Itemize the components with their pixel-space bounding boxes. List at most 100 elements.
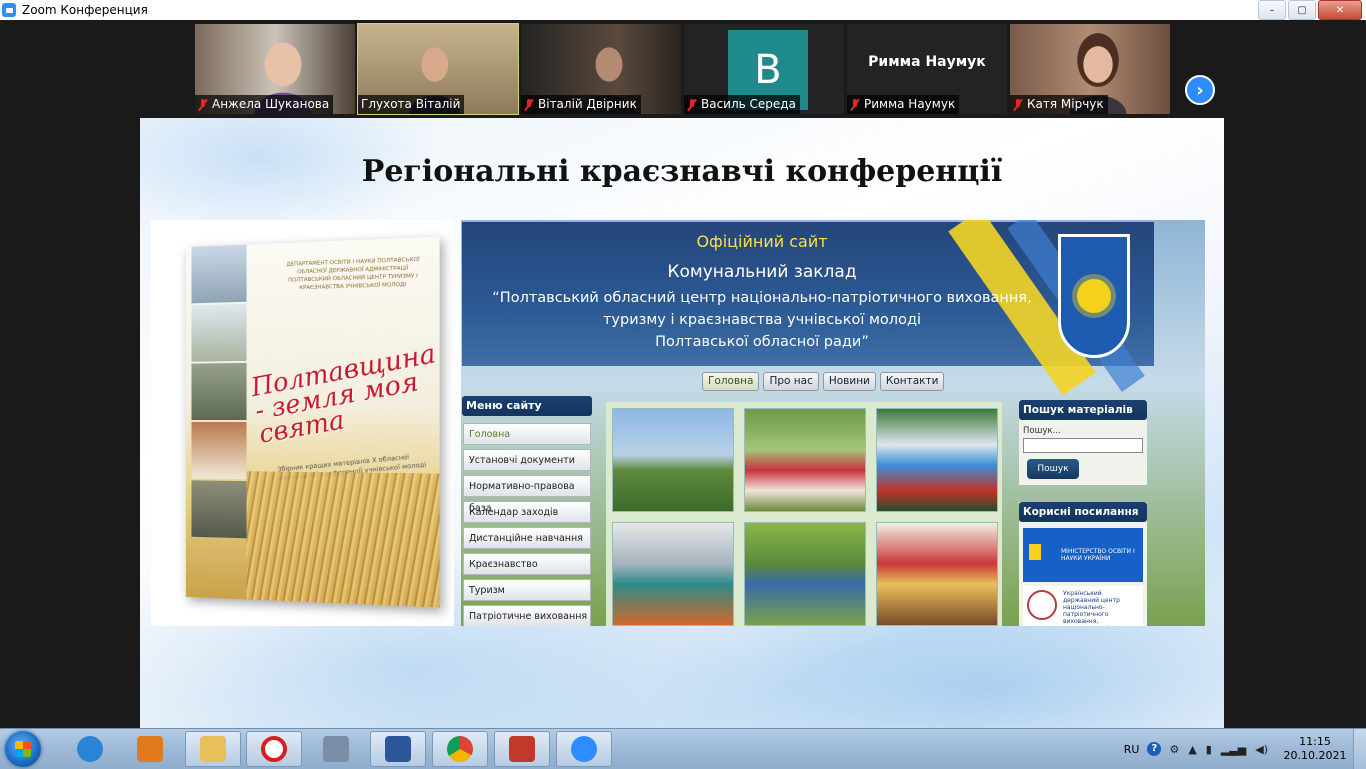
zoom-icon[interactable] [556,731,612,767]
participant-tile[interactable]: Анжела Шуканова [195,24,355,114]
show-hidden-icons[interactable]: ▲ [1188,743,1196,756]
site-menu-title: Меню сайту [462,396,592,416]
slide-title: Регіональні краєзнавчі конференції [361,154,1003,189]
muted-mic-icon [198,98,208,111]
site-menu-item: Краєзнавство [463,553,591,575]
language-indicator[interactable]: RU [1124,743,1140,756]
internet-explorer-icon[interactable] [62,731,118,767]
minimize-button[interactable]: – [1258,0,1286,20]
zoom-app-icon [2,3,16,17]
site-org-line: туризму і краєзнавства учнівської молоді [602,312,921,328]
book-cover: ДЕПАРТАМЕНТ ОСВІТИ І НАУКИ ПОЛТАВСЬКОЇ О… [185,236,440,608]
search-panel-title: Пошук матеріалів [1019,400,1147,420]
opera-icon[interactable] [246,731,302,767]
muted-mic-icon [524,98,534,111]
show-desktop-button[interactable] [1353,729,1366,769]
site-header: Офіційний сайт Комунальний заклад “Полта… [462,220,1154,396]
participant-name: Анжела Шуканова [212,97,330,111]
shared-screen-slide: Регіональні краєзнавчі конференції ДЕПАР… [140,118,1224,728]
site-nav: Головна Про нас Новини Контакти [702,372,945,391]
useful-links-title: Корисні посилання [1019,502,1147,522]
site-official-label: Офіційний сайт [696,232,828,251]
presentation-icon[interactable] [494,731,550,767]
clock-time: 11:15 [1299,735,1331,748]
book-photo-strip [191,244,247,600]
battery-icon[interactable]: ▮ [1206,743,1212,756]
useful-links-panel: Корисні посилання МІНІСТЕРСТВО ОСВІТИ І … [1019,502,1147,626]
participant-tile[interactable]: B Василь Середа [684,24,844,114]
calculator-icon[interactable] [308,731,364,767]
start-button[interactable] [5,731,41,767]
site-nav-tab: Головна [702,372,760,391]
gallery-photo [744,522,866,626]
participant-name-bar: Глухота Віталій [358,95,465,114]
participant-name: Глухота Віталій [361,97,461,111]
volume-icon[interactable]: ◀) [1255,743,1268,756]
help-icon[interactable]: ? [1147,742,1162,756]
site-nav-tab: Про нас [763,372,819,391]
coat-of-arms-icon [1058,234,1130,358]
site-org-line: “Полтавський обласний центр національно-… [492,290,1032,306]
site-menu-item: Головна [463,423,591,445]
site-photo-gallery [606,402,1002,626]
site-menu-item: Календар заходів [463,501,591,523]
book-image: ДЕПАРТАМЕНТ ОСВІТИ І НАУКИ ПОЛТАВСЬКОЇ О… [151,220,454,626]
gallery-photo [612,408,734,512]
tray-settings-icon[interactable]: ⚙ [1169,743,1179,756]
wheat-image [246,471,440,608]
participant-name-bar: Віталій Двірник [521,95,641,114]
search-label: Пошук... [1023,426,1061,436]
participant-name: Римма Наумук [864,97,956,111]
participant-tile-active[interactable]: Глухота Віталій [357,23,519,115]
clock-date: 20.10.2021 [1283,749,1347,762]
site-org-label: Комунальний заклад [667,262,857,282]
book-title: Полтавщина - земля моя свята [249,338,439,450]
search-button: Пошук [1027,459,1079,479]
site-org-line: Полтавської обласної ради” [655,334,869,350]
participant-name-bar: Римма Наумук [847,95,960,114]
muted-mic-icon [1013,98,1023,111]
site-nav-tab: Контакти [879,372,945,391]
search-input [1023,438,1143,453]
site-menu-item: Туризм [463,579,591,601]
participant-tile[interactable]: Римма Наумук Римма Наумук [847,24,1007,114]
window-controls: – ▢ ✕ [1258,0,1362,20]
file-explorer-icon[interactable] [185,731,241,767]
muted-mic-icon [850,98,860,111]
network-icon[interactable]: ▂▃▅ [1221,743,1246,756]
ministry-link-banner: МІНІСТЕРСТВО ОСВІТИ І НАУКИ УКРАЇНИ [1023,528,1143,582]
participant-strip: Анжела Шуканова Глухота Віталій Віталій … [0,20,1366,118]
gallery-photo [612,522,734,626]
participant-name: Віталій Двірник [538,97,637,111]
participant-name-bar: Катя Мірчук [1010,95,1108,114]
maximize-button[interactable]: ▢ [1288,0,1316,20]
media-player-icon[interactable] [122,731,178,767]
participant-name-bar: Анжела Шуканова [195,95,334,114]
muted-mic-icon [687,98,697,111]
window-title-bar: Zoom Конференция – ▢ ✕ [0,0,1366,21]
system-tray: RU ? ⚙ ▲ ▮ ▂▃▅ ◀) 11:15 20.10.2021 [1124,729,1366,769]
participant-tile[interactable]: Віталій Двірник [521,24,681,114]
gallery-photo [876,408,998,512]
chevron-right-icon[interactable]: › [1185,75,1215,105]
close-button[interactable]: ✕ [1318,0,1362,20]
participant-tile[interactable]: Катя Мірчук [1010,24,1170,114]
word-icon[interactable] [370,731,426,767]
center-link-banner: Український державний центр національно-… [1023,586,1143,626]
gallery-photo [744,408,866,512]
participant-name: Катя Мірчук [1027,97,1104,111]
site-menu-item: Нормативно-правова база [463,475,591,514]
book-publisher: ДЕПАРТАМЕНТ ОСВІТИ І НАУКИ ПОЛТАВСЬКОЇ О… [286,256,420,292]
window-title: Zoom Конференция [22,3,148,17]
site-menu-item: Патріотичне виховання [463,605,591,626]
site-nav-tab: Новини [822,372,876,391]
gallery-photo [876,522,998,626]
participant-center-name: Римма Наумук [868,54,986,70]
site-menu: Головна Установчі документи Нормативно-п… [463,423,591,626]
site-menu-item: Дистанційне навчання [463,527,591,549]
participant-name-bar: Василь Середа [684,95,800,114]
site-menu-item: Установчі документи [463,449,591,471]
system-clock[interactable]: 11:15 20.10.2021 [1277,735,1353,763]
chrome-icon[interactable] [432,731,488,767]
website-screenshot: Офіційний сайт Комунальний заклад “Полта… [461,220,1205,626]
